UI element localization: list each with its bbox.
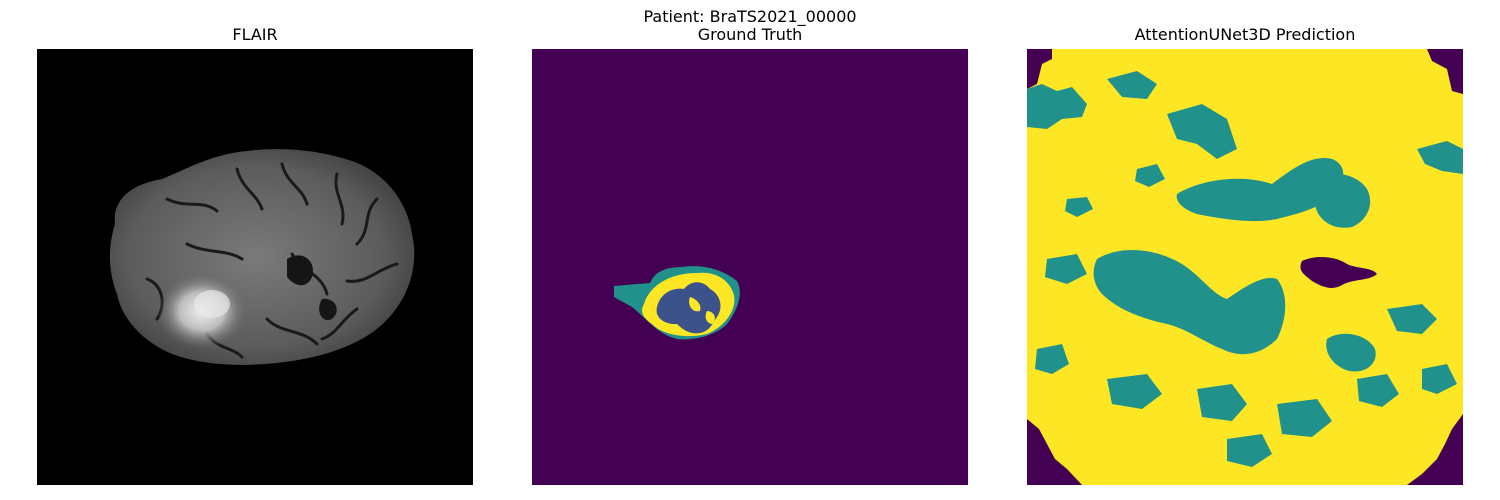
brain-outline (109, 149, 415, 365)
ground-truth-mask (532, 49, 968, 485)
mask-class-3 (1027, 49, 1463, 485)
prediction-panel-title: AttentionUNet3D Prediction (1134, 25, 1356, 44)
flair-panel-title: FLAIR (232, 25, 278, 44)
figure-suptitle: Patient: BraTS2021_00000 (643, 7, 857, 26)
flair-brain-slice (37, 49, 473, 485)
flair-image (37, 49, 473, 485)
prediction-image (1027, 49, 1463, 485)
ground-truth-image (532, 49, 968, 485)
ground-truth-panel-title: Ground Truth (697, 25, 803, 44)
mask-background (532, 49, 968, 485)
prediction-mask (1027, 49, 1463, 485)
